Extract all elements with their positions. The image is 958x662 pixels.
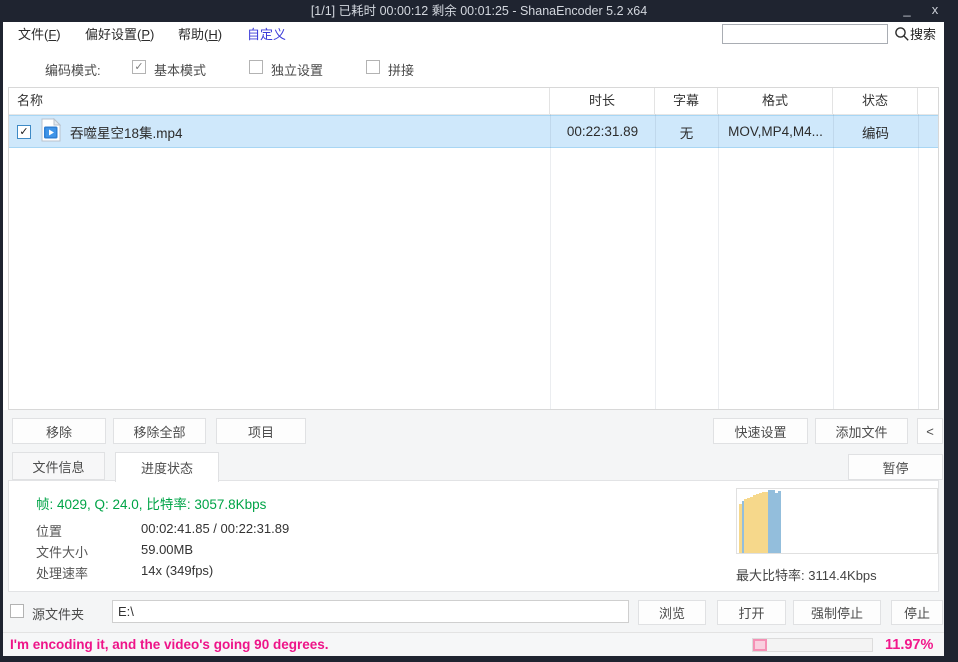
column-header-subtitle[interactable]: 字幕	[655, 88, 718, 114]
filesize-label: 文件大小	[36, 542, 88, 561]
add-files-button[interactable]: 添加文件	[815, 418, 908, 444]
column-divider	[918, 114, 919, 409]
source-folder-checkbox[interactable]	[10, 604, 24, 618]
column-divider	[718, 114, 719, 409]
file-name-cell: 吞噬星空18集.mp4	[9, 118, 550, 145]
column-header-spacer	[918, 88, 938, 114]
file-table: 名称 时长 字幕 格式 状态	[8, 87, 939, 410]
browse-button[interactable]: 浏览	[638, 600, 706, 625]
bitrate-chart	[736, 488, 938, 554]
table-row[interactable]: 吞噬星空18集.mp4 00:22:31.89 无 MOV,MP4,M4... …	[9, 115, 938, 148]
progress-percent: 11.97%	[885, 633, 933, 656]
quick-settings-button[interactable]: 快速设置	[713, 418, 808, 444]
encode-stats-text: 帧: 4029, Q: 24.0, 比特率: 3057.8Kbps	[36, 493, 266, 513]
force-stop-button[interactable]: 强制停止	[793, 600, 881, 625]
tab-file-info[interactable]: 文件信息	[12, 452, 105, 480]
independent-settings-checkbox[interactable]	[249, 60, 263, 74]
file-name: 吞噬星空18集.mp4	[70, 122, 183, 142]
window-title: [1/1] 已耗时 00:00:12 剩余 00:01:25 - ShanaEn…	[0, 0, 958, 22]
source-folder-label: 源文件夹	[32, 604, 84, 623]
basic-mode-label: 基本模式	[154, 60, 206, 79]
menubar: 文件(F) 偏好设置(P) 帮助(H) 自定义 搜索	[3, 22, 944, 47]
status-cell: 编码	[833, 122, 918, 142]
remove-button[interactable]: 移除	[12, 418, 106, 444]
position-value: 00:02:41.85 / 00:22:31.89	[141, 521, 289, 536]
column-header-status[interactable]: 状态	[833, 88, 918, 114]
progress-bar	[752, 638, 873, 652]
column-divider	[550, 114, 551, 409]
minimize-button[interactable]: _	[898, 0, 916, 22]
progress-fill	[753, 639, 767, 651]
menu-item-help[interactable]: 帮助(H)	[178, 22, 222, 47]
status-message: I'm encoding it, and the video's going 9…	[10, 633, 328, 656]
project-button[interactable]: 项目	[216, 418, 306, 444]
format-cell: MOV,MP4,M4...	[718, 124, 833, 139]
search-icon	[894, 26, 910, 42]
collapse-button[interactable]: <	[917, 418, 943, 444]
progress-status-panel: 帧: 4029, Q: 24.0, 比特率: 3057.8Kbps 位置 00:…	[8, 480, 939, 592]
filesize-value: 59.00MB	[141, 542, 193, 557]
search-input[interactable]	[722, 24, 888, 44]
duration-cell: 00:22:31.89	[550, 124, 655, 139]
column-header-duration[interactable]: 时长	[550, 88, 655, 114]
window-body: 文件(F) 偏好设置(P) 帮助(H) 自定义 搜索 编码模式: 基本模式 独立…	[3, 22, 944, 656]
video-file-icon	[41, 118, 61, 145]
column-header-name[interactable]: 名称	[9, 88, 550, 114]
shanaencoder-window: [1/1] 已耗时 00:00:12 剩余 00:01:25 - ShanaEn…	[0, 0, 958, 662]
concat-checkbox[interactable]	[366, 60, 380, 74]
encoding-mode-label: 编码模式:	[45, 60, 101, 79]
max-bitrate-label: 最大比特率: 3114.4Kbps	[736, 565, 877, 584]
speed-label: 处理速率	[36, 563, 88, 582]
source-path-input[interactable]	[112, 600, 629, 623]
column-divider	[833, 114, 834, 409]
bitrate-bar	[778, 491, 781, 553]
open-button[interactable]: 打开	[717, 600, 786, 625]
independent-settings-label: 独立设置	[271, 60, 323, 79]
position-label: 位置	[36, 521, 62, 540]
statusbar: I'm encoding it, and the video's going 9…	[3, 632, 944, 656]
search-button[interactable]: 搜索	[910, 22, 936, 47]
remove-all-button[interactable]: 移除全部	[113, 418, 206, 444]
encoding-mode-row: 编码模式: 基本模式 独立设置 拼接	[3, 47, 944, 87]
titlebar[interactable]: [1/1] 已耗时 00:00:12 剩余 00:01:25 - ShanaEn…	[0, 0, 958, 22]
close-button[interactable]: x	[926, 0, 944, 22]
row-checkbox[interactable]	[17, 125, 31, 139]
column-header-format[interactable]: 格式	[718, 88, 833, 114]
column-divider	[655, 114, 656, 409]
subtitle-cell: 无	[655, 122, 718, 142]
concat-label: 拼接	[388, 60, 414, 79]
file-table-header: 名称 时长 字幕 格式 状态	[9, 88, 938, 115]
bitrate-bar	[768, 490, 775, 553]
basic-mode-checkbox[interactable]	[132, 60, 146, 74]
menu-item-file[interactable]: 文件(F)	[18, 22, 61, 47]
tab-progress-status[interactable]: 进度状态	[115, 452, 219, 482]
speed-value: 14x (349fps)	[141, 563, 213, 578]
menu-item-custom[interactable]: 自定义	[247, 22, 286, 47]
stop-button[interactable]: 停止	[891, 600, 943, 625]
menu-item-preferences[interactable]: 偏好设置(P)	[85, 22, 154, 47]
pause-button[interactable]: 暂停	[848, 454, 943, 480]
